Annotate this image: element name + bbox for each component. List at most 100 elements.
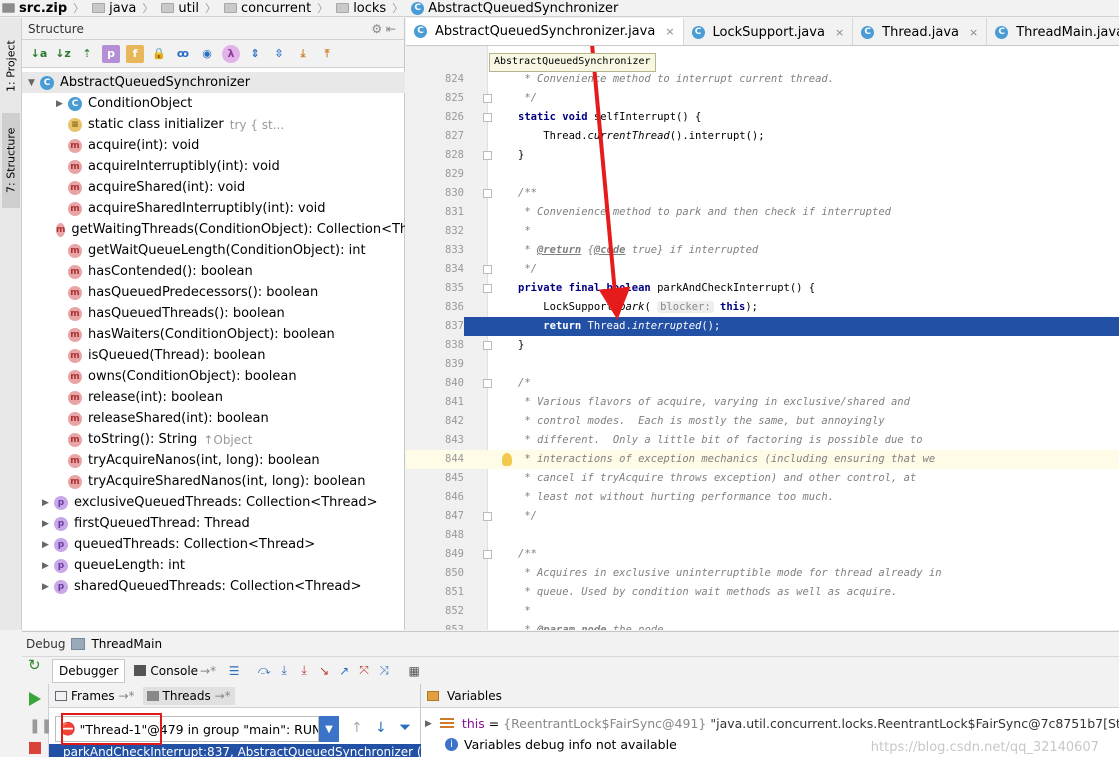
line-number[interactable]: 829 bbox=[406, 165, 464, 184]
breadcrumb-item[interactable]: locks bbox=[334, 1, 388, 16]
editor-tab[interactable]: C AbstractQueuedSynchronizer.java × bbox=[406, 18, 684, 45]
line-number[interactable]: 846 bbox=[406, 488, 464, 507]
code-line[interactable]: 827 Thread.currentThread().interrupt(); bbox=[406, 127, 1119, 146]
line-number[interactable]: 831 bbox=[406, 203, 464, 222]
line-number[interactable]: 830 bbox=[406, 184, 464, 203]
editor-tab[interactable]: CThreadMain.java× bbox=[987, 18, 1119, 45]
editor-tab[interactable]: C LockSupport.java × bbox=[684, 18, 854, 45]
breadcrumb-item[interactable]: util bbox=[159, 1, 201, 16]
line-number[interactable]: 840 bbox=[406, 374, 464, 393]
fold-marker-icon[interactable] bbox=[483, 94, 492, 103]
tree-node[interactable]: m getWaitingThreads(ConditionObject): Col… bbox=[22, 219, 405, 240]
tab-frames[interactable]: Frames →* bbox=[55, 689, 135, 703]
fold-marker-icon[interactable] bbox=[483, 550, 492, 559]
breadcrumb-item[interactable]: src.zip bbox=[0, 1, 69, 16]
line-number[interactable]: 841 bbox=[406, 393, 464, 412]
tree-node[interactable]: m toString(): String ↑Object bbox=[22, 429, 405, 450]
chevron-right-icon[interactable]: ▶ bbox=[42, 582, 54, 592]
line-number[interactable]: 832 bbox=[406, 222, 464, 241]
line-number[interactable]: 853 bbox=[406, 621, 464, 630]
tree-node[interactable]: m hasQueuedThreads(): boolean bbox=[22, 303, 405, 324]
show-execution-point-icon[interactable]: ☰ bbox=[225, 662, 243, 680]
tree-node[interactable]: m acquireShared(int): void bbox=[22, 177, 405, 198]
code-line[interactable]: 848 bbox=[406, 526, 1119, 545]
line-number[interactable]: 828 bbox=[406, 146, 464, 165]
show-properties-icon[interactable]: p bbox=[102, 44, 120, 63]
sort-alpha-icon[interactable]: ↓z bbox=[54, 45, 72, 63]
step-out-icon[interactable]: ↘ bbox=[315, 662, 333, 680]
code-line[interactable]: 847 */ bbox=[406, 507, 1119, 526]
line-number[interactable]: 833 bbox=[406, 241, 464, 260]
current-frame-row[interactable]: parkAndCheckInterrupt:837, AbstractQueue… bbox=[49, 744, 421, 757]
autoscroll-from-source-icon[interactable]: ⤒ bbox=[318, 45, 336, 63]
calculator-icon[interactable]: ▦ bbox=[405, 662, 423, 680]
lightbulb-icon[interactable] bbox=[502, 453, 512, 466]
code-line[interactable]: 844 * interactions of exception mechanic… bbox=[406, 450, 1119, 469]
line-number[interactable]: 826 bbox=[406, 108, 464, 127]
tab-console[interactable]: Console →* bbox=[127, 659, 223, 683]
tab-debugger[interactable]: Debugger bbox=[52, 658, 126, 683]
collapse-all-icon[interactable]: ⇳ bbox=[270, 45, 288, 63]
code-line[interactable]: 846 * least not without hurting performa… bbox=[406, 488, 1119, 507]
code-line[interactable]: 837 return Thread.interrupted(); bbox=[406, 317, 1119, 336]
fold-marker-icon[interactable] bbox=[483, 151, 492, 160]
editor-tab[interactable]: C Thread.java × bbox=[853, 18, 988, 45]
code-line[interactable]: 841 * Various flavors of acquire, varyin… bbox=[406, 393, 1119, 412]
tree-node[interactable]: m isQueued(Thread): boolean bbox=[22, 345, 405, 366]
code-line[interactable]: 836 LockSupport.park( blocker: this); bbox=[406, 298, 1119, 317]
evaluate-expression-icon[interactable]: ⤨ bbox=[375, 662, 393, 680]
code-line[interactable]: 833 * @return {@code true} if interrupte… bbox=[406, 241, 1119, 260]
chevron-right-icon[interactable]: ▶ bbox=[42, 498, 54, 508]
chevron-right-icon[interactable]: ▶ bbox=[42, 519, 54, 529]
tree-node[interactable]: m acquireSharedInterruptibly(int): void bbox=[22, 198, 405, 219]
chevron-right-icon[interactable]: ▶ bbox=[56, 99, 68, 109]
code-line[interactable]: 838} bbox=[406, 336, 1119, 355]
step-over-icon[interactable]: ⤼ bbox=[255, 662, 273, 680]
tree-node[interactable]: ▶ p queuedThreads: Collection<Thread> bbox=[22, 534, 405, 555]
code-line[interactable]: 840 /* bbox=[406, 374, 1119, 393]
chevron-down-icon[interactable]: ▼ bbox=[28, 78, 40, 88]
resume-icon[interactable] bbox=[29, 692, 41, 706]
line-number[interactable]: 852 bbox=[406, 602, 464, 621]
code-line[interactable]: 843 * different. Only a little bit of fa… bbox=[406, 431, 1119, 450]
expand-arrow-icon[interactable]: ▶ bbox=[425, 719, 432, 729]
force-step-into-icon[interactable]: ⤓ bbox=[295, 662, 313, 680]
show-lambdas-icon[interactable]: λ bbox=[222, 44, 240, 63]
tree-node[interactable]: ▶ p queueLength: int bbox=[22, 555, 405, 576]
breadcrumb-item[interactable]: concurrent bbox=[222, 1, 313, 16]
chevron-right-icon[interactable]: ▶ bbox=[42, 561, 54, 571]
line-number[interactable]: 827 bbox=[406, 127, 464, 146]
code-editor[interactable]: 824 * Convenience method to interrupt cu… bbox=[406, 46, 1119, 630]
line-number[interactable]: 834 bbox=[406, 260, 464, 279]
show-interfaces-icon[interactable]: ◉ bbox=[198, 45, 216, 63]
code-line[interactable]: 831 * Convenience method to park and the… bbox=[406, 203, 1119, 222]
breadcrumb-item[interactable]: C AbstractQueuedSynchronizer bbox=[409, 1, 620, 16]
fold-marker-icon[interactable] bbox=[483, 379, 492, 388]
line-number[interactable]: 838 bbox=[406, 336, 464, 355]
code-line[interactable]: 849 /** bbox=[406, 545, 1119, 564]
line-number[interactable]: 845 bbox=[406, 469, 464, 488]
code-line[interactable]: 824 * Convenience method to interrupt cu… bbox=[406, 70, 1119, 89]
chevron-down-icon[interactable]: ▼ bbox=[319, 716, 339, 742]
line-number[interactable]: 842 bbox=[406, 412, 464, 431]
tree-node[interactable]: m acquireInterruptibly(int): void bbox=[22, 156, 405, 177]
line-number[interactable]: 836 bbox=[406, 298, 464, 317]
code-line[interactable]: 832 * bbox=[406, 222, 1119, 241]
rerun-icon[interactable]: ↻ bbox=[28, 656, 41, 674]
line-number[interactable]: 849 bbox=[406, 545, 464, 564]
previous-thread-icon[interactable]: ↑ bbox=[351, 720, 363, 736]
line-number[interactable]: 851 bbox=[406, 583, 464, 602]
breadcrumb-item[interactable]: java bbox=[90, 1, 138, 16]
code-line[interactable]: 851 * queue. Used by condition wait meth… bbox=[406, 583, 1119, 602]
tree-node[interactable]: ▶ p exclusiveQueuedThreads: Collection<Thr… bbox=[22, 492, 405, 513]
tree-node[interactable]: ▶ p firstQueuedThread: Thread bbox=[22, 513, 405, 534]
line-number[interactable]: 848 bbox=[406, 526, 464, 545]
anonymous-classes-icon[interactable]: ꝏ bbox=[174, 45, 192, 63]
line-number[interactable]: 835 bbox=[406, 279, 464, 298]
run-to-cursor-icon[interactable]: ⤧ bbox=[355, 662, 373, 680]
code-line[interactable]: 826 static void selfInterrupt() { bbox=[406, 108, 1119, 127]
sort-by-visibility-icon[interactable]: ↓a bbox=[30, 45, 48, 63]
code-line[interactable]: 852 * bbox=[406, 602, 1119, 621]
tree-node[interactable]: ≡ static class initializer try { st... bbox=[22, 114, 405, 135]
fold-marker-icon[interactable] bbox=[483, 512, 492, 521]
